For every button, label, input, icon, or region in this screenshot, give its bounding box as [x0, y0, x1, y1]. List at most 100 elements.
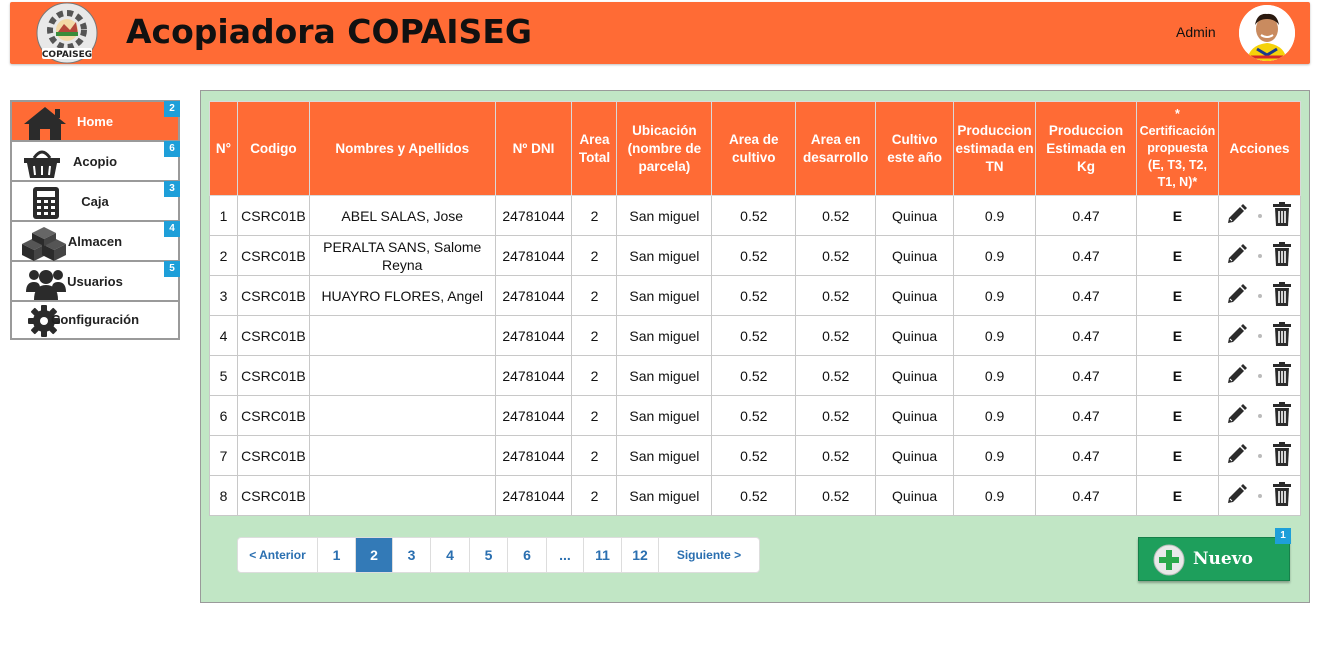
notification-badge: 1: [1275, 528, 1291, 544]
cell-nombre: [308, 355, 496, 396]
edit-icon[interactable]: [1226, 203, 1248, 229]
sidebar-label-configuracion: Configuración: [50, 312, 140, 327]
cell-area-cultivo: 0.52: [711, 275, 797, 316]
edit-icon[interactable]: [1226, 323, 1248, 349]
page-number-4[interactable]: 4: [431, 538, 470, 572]
delete-icon[interactable]: [1272, 281, 1292, 310]
page-number-11[interactable]: 11: [584, 538, 622, 572]
edit-icon[interactable]: [1226, 483, 1248, 509]
column-header: Nombres y Apellidos: [308, 101, 496, 196]
edit-icon[interactable]: [1226, 283, 1248, 309]
notification-badge: 3: [164, 181, 180, 197]
cell-area-desarrollo: 0.52: [795, 355, 877, 396]
cell-area-desarrollo: 0.52: [795, 275, 877, 316]
table-row: 1 CSRC01B ABEL SALAS, Jose 24781044 2 San mig…: [209, 195, 1302, 236]
table-row: 8 CSRC01B 24781044 2 San miguel 0.52 0.52 Quinu…: [209, 475, 1302, 516]
sidebar-item-caja[interactable]: Caja 3: [12, 181, 180, 222]
new-record-button[interactable]: Nuevo 1: [1138, 528, 1291, 581]
sidebar-item-almacen[interactable]: Almacen 4: [12, 221, 180, 262]
delete-icon[interactable]: [1272, 401, 1292, 430]
page-number-5[interactable]: 5: [470, 538, 508, 572]
user-name[interactable]: Admin: [1176, 24, 1216, 40]
cell-codigo: CSRC01B: [236, 435, 310, 476]
cell-area-cultivo: 0.52: [711, 235, 797, 276]
cell-area-cultivo: 0.52: [711, 395, 797, 436]
cell-cert: E: [1135, 195, 1219, 236]
delete-icon[interactable]: [1272, 321, 1292, 350]
sidebar-item-acopio[interactable]: Acopio 6: [12, 141, 180, 182]
delete-icon[interactable]: [1272, 201, 1292, 230]
cell-dni: 24781044: [494, 435, 573, 476]
table-body: 1 CSRC01B ABEL SALAS, Jose 24781044 2 San mig…: [209, 195, 1302, 516]
page-number-2[interactable]: 2: [356, 538, 393, 572]
cell-codigo: CSRC01B: [236, 195, 310, 236]
delete-icon[interactable]: [1272, 441, 1292, 470]
cell-acciones: [1217, 315, 1302, 356]
cell-cert: E: [1135, 355, 1219, 396]
cell-dni: 24781044: [494, 275, 573, 316]
next-page-button[interactable]: Siguiente >: [659, 538, 759, 572]
page-number-12[interactable]: 12: [622, 538, 659, 572]
cell-n: 5: [209, 355, 238, 396]
cell-n: 8: [209, 475, 238, 516]
cell-nombre: HUAYRO FLORES, Angel: [308, 275, 496, 316]
column-header: Produccion estimada en TN: [953, 101, 1037, 196]
cell-ubicacion: San miguel: [616, 315, 713, 356]
cell-ubicacion: San miguel: [616, 275, 713, 316]
separator-dot: [1258, 293, 1263, 298]
cell-cultivo: Quinua: [875, 195, 955, 236]
sidebar-item-configuracion[interactable]: Configuración: [12, 302, 178, 338]
cell-codigo: CSRC01B: [236, 235, 310, 276]
sidebar-item-usuarios[interactable]: Usuarios 5: [12, 261, 180, 302]
cell-cultivo: Quinua: [875, 355, 955, 396]
user-avatar[interactable]: [1239, 5, 1295, 61]
cell-n: 7: [209, 435, 238, 476]
cell-area-total: 2: [571, 235, 618, 276]
edit-icon[interactable]: [1226, 243, 1248, 269]
column-header: Acciones: [1217, 101, 1302, 196]
delete-icon[interactable]: [1272, 361, 1292, 390]
cell-nombre: PERALTA SANS, Salome Reyna: [308, 235, 496, 276]
delete-icon[interactable]: [1272, 481, 1292, 510]
sidebar-label-acopio: Acopio: [72, 154, 118, 169]
cell-area-desarrollo: 0.52: [795, 315, 877, 356]
cell-acciones: [1217, 475, 1302, 516]
cell-area-desarrollo: 0.52: [795, 475, 877, 516]
edit-icon[interactable]: [1226, 443, 1248, 469]
app-header: COPAISEG Acopiadora COPAISEG Admin: [10, 2, 1310, 64]
notification-badge: 4: [164, 221, 180, 237]
cell-area-total: 2: [571, 355, 618, 396]
app-title: Acopiadora COPAISEG: [126, 12, 532, 51]
edit-icon[interactable]: [1226, 363, 1248, 389]
cell-ubicacion: San miguel: [616, 475, 713, 516]
cell-prod-tn: 0.9: [953, 435, 1037, 476]
separator-dot: [1258, 213, 1263, 218]
notification-badge: 6: [164, 141, 180, 157]
cell-area-total: 2: [571, 475, 618, 516]
company-logo[interactable]: COPAISEG: [34, 2, 100, 64]
page-number-6[interactable]: 6: [508, 538, 547, 572]
cell-cert: E: [1135, 435, 1219, 476]
separator-dot: [1258, 493, 1263, 498]
prev-page-button[interactable]: < Anterior: [238, 538, 318, 572]
notification-badge: 5: [164, 261, 180, 277]
cell-cultivo: Quinua: [875, 395, 955, 436]
cell-nombre: [308, 435, 496, 476]
cell-cert: E: [1135, 275, 1219, 316]
page-number-3[interactable]: 3: [393, 538, 431, 572]
edit-icon[interactable]: [1226, 403, 1248, 429]
sidebar-menu: Home 2 Acopio 6 Caja 3 Almacen 4 Usuario…: [10, 100, 180, 340]
cell-area-cultivo: 0.52: [711, 315, 797, 356]
cell-n: 2: [209, 235, 238, 276]
cell-nombre: ABEL SALAS, Jose: [308, 195, 496, 236]
page-number-1[interactable]: 1: [318, 538, 356, 572]
cell-acciones: [1217, 195, 1302, 236]
main-panel: N° Codigo Nombres y Apellidos Nº DNI Are…: [200, 90, 1310, 603]
column-header: N°: [209, 101, 238, 196]
sidebar-item-home[interactable]: Home 2: [12, 101, 180, 142]
cell-prod-tn: 0.9: [953, 355, 1037, 396]
delete-icon[interactable]: [1272, 241, 1292, 270]
cell-n: 3: [209, 275, 238, 316]
cell-area-cultivo: 0.52: [711, 355, 797, 396]
page-ellipsis[interactable]: ...: [547, 538, 584, 572]
